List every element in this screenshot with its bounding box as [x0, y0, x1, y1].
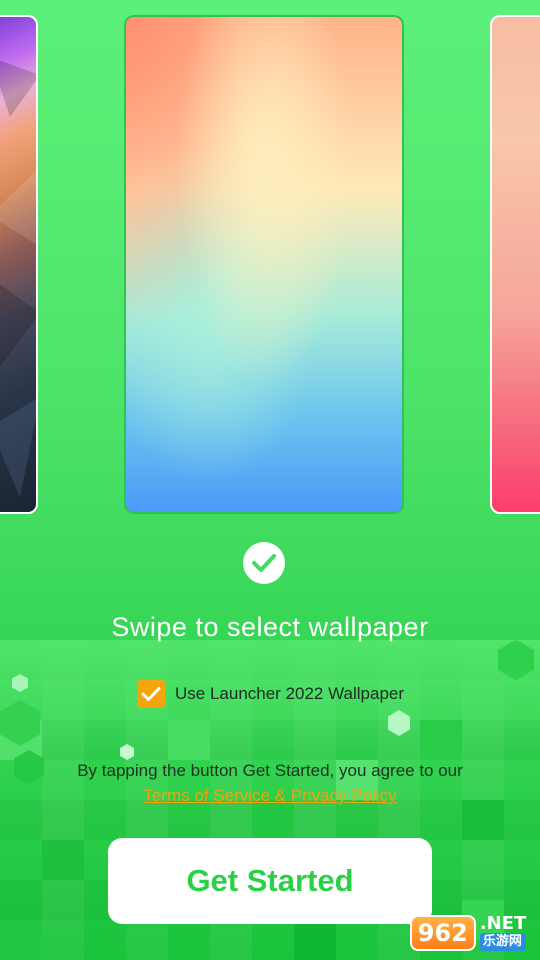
- wallpaper-card-selected[interactable]: [124, 15, 404, 514]
- legal-notice: By tapping the button Get Started, you a…: [0, 758, 540, 808]
- wallpaper-card-left[interactable]: [0, 15, 38, 514]
- wallpaper-card-right[interactable]: [490, 15, 540, 514]
- watermark-suffix: .NET: [479, 913, 527, 934]
- use-wallpaper-option[interactable]: Use Launcher 2022 Wallpaper: [137, 680, 404, 708]
- get-started-button[interactable]: Get Started: [108, 838, 432, 924]
- selected-check-icon: [243, 542, 285, 584]
- checkmark-icon: [141, 687, 161, 701]
- watermark-cn: 乐游网: [479, 933, 527, 951]
- wallpaper-checkbox[interactable]: [137, 680, 165, 708]
- legal-text: By tapping the button Get Started, you a…: [77, 761, 463, 780]
- wallpaper-option-label: Use Launcher 2022 Wallpaper: [175, 684, 405, 703]
- terms-privacy-link[interactable]: Terms of Service & Privacy Policy: [143, 786, 396, 805]
- swipe-instruction: Swipe to select wallpaper: [111, 612, 429, 642]
- watermark-number: 962: [409, 915, 476, 951]
- site-watermark: 962 .NET 乐游网: [400, 910, 536, 956]
